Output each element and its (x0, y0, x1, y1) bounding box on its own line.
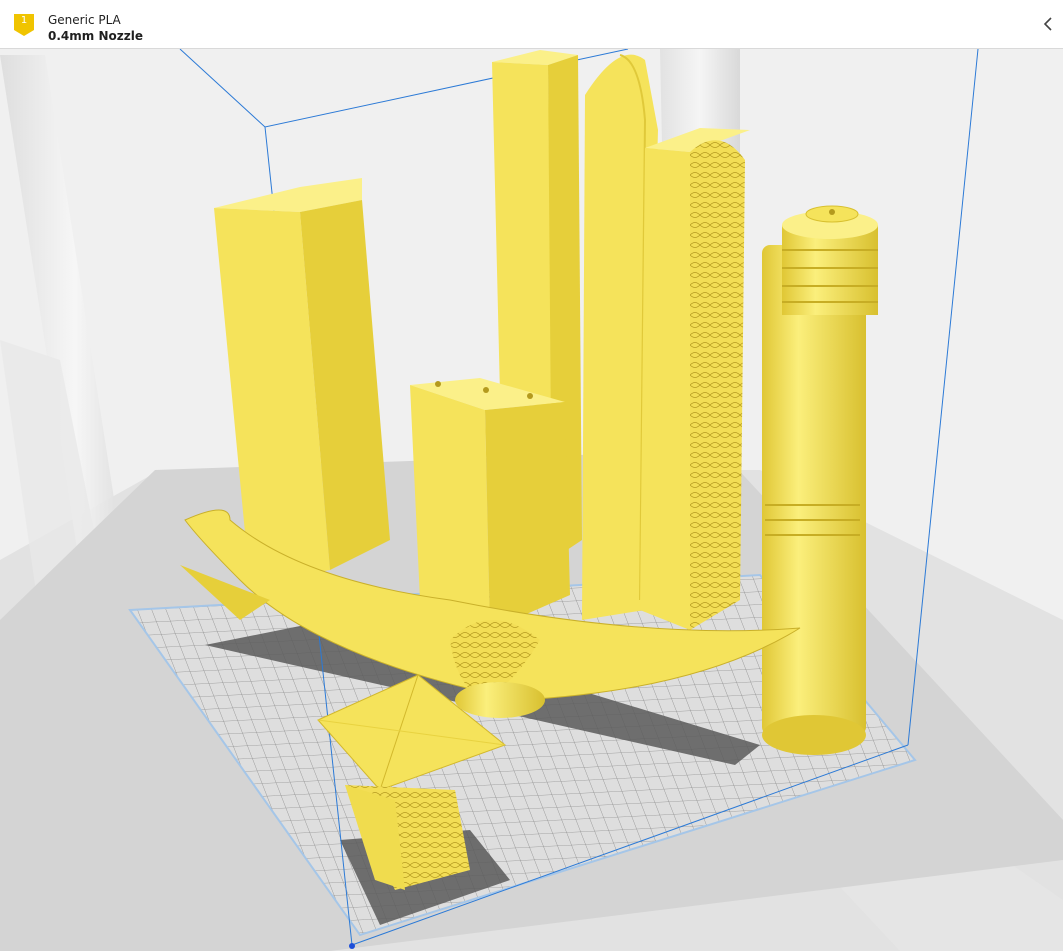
nozzle-name[interactable]: 0.4mm Nozzle (48, 29, 143, 43)
model-ornate-block[interactable] (640, 128, 750, 630)
axis-origin (349, 943, 355, 949)
3d-viewport[interactable] (0, 49, 1063, 951)
collapse-button[interactable] (1037, 12, 1059, 36)
material-name[interactable]: Generic PLA (48, 13, 121, 27)
model-short-block[interactable] (410, 378, 570, 630)
extruder-badge-icon[interactable]: 1 (12, 12, 36, 38)
extruder-header: 1 Generic PLA 0.4mm Nozzle (0, 0, 1063, 49)
model-cylinder[interactable] (762, 205, 878, 755)
extruder-number: 1 (20, 15, 28, 26)
chevron-left-icon (1043, 17, 1052, 31)
scene (0, 49, 1063, 951)
